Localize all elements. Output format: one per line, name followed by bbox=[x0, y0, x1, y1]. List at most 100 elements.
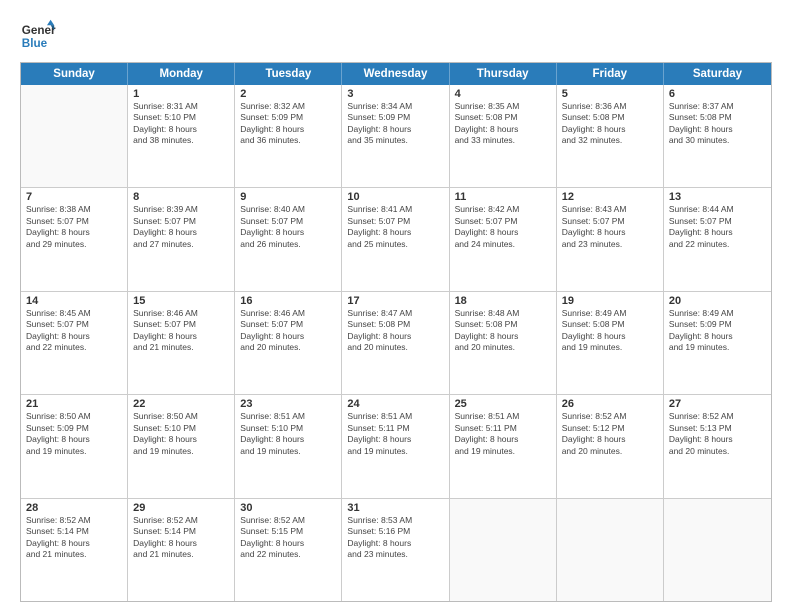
cell-info-line: Daylight: 8 hours bbox=[347, 434, 443, 445]
calendar-cell: 3Sunrise: 8:34 AMSunset: 5:09 PMDaylight… bbox=[342, 85, 449, 187]
cell-info-line: and 21 minutes. bbox=[26, 549, 122, 560]
calendar-cell: 25Sunrise: 8:51 AMSunset: 5:11 PMDayligh… bbox=[450, 395, 557, 497]
calendar-cell: 14Sunrise: 8:45 AMSunset: 5:07 PMDayligh… bbox=[21, 292, 128, 394]
cell-info-line: and 21 minutes. bbox=[133, 342, 229, 353]
logo: General Blue bbox=[20, 18, 56, 54]
cell-info-line: Sunset: 5:08 PM bbox=[562, 112, 658, 123]
cell-info-line: Sunrise: 8:52 AM bbox=[133, 515, 229, 526]
calendar-cell: 8Sunrise: 8:39 AMSunset: 5:07 PMDaylight… bbox=[128, 188, 235, 290]
cell-info-line: and 25 minutes. bbox=[347, 239, 443, 250]
calendar-cell: 2Sunrise: 8:32 AMSunset: 5:09 PMDaylight… bbox=[235, 85, 342, 187]
cell-info-line: Sunrise: 8:53 AM bbox=[347, 515, 443, 526]
calendar: SundayMondayTuesdayWednesdayThursdayFrid… bbox=[20, 62, 772, 602]
calendar-cell: 31Sunrise: 8:53 AMSunset: 5:16 PMDayligh… bbox=[342, 499, 449, 601]
cell-info-line: Sunset: 5:08 PM bbox=[669, 112, 766, 123]
cell-info-line: Sunset: 5:10 PM bbox=[240, 423, 336, 434]
cell-info-line: Daylight: 8 hours bbox=[240, 538, 336, 549]
day-number: 23 bbox=[240, 398, 336, 410]
day-number: 2 bbox=[240, 88, 336, 100]
cell-info-line: Sunset: 5:16 PM bbox=[347, 526, 443, 537]
cell-info-line: and 19 minutes. bbox=[26, 446, 122, 457]
calendar-cell: 23Sunrise: 8:51 AMSunset: 5:10 PMDayligh… bbox=[235, 395, 342, 497]
calendar-cell: 10Sunrise: 8:41 AMSunset: 5:07 PMDayligh… bbox=[342, 188, 449, 290]
cell-info-line: Sunset: 5:07 PM bbox=[240, 216, 336, 227]
cell-info-line: Sunrise: 8:35 AM bbox=[455, 101, 551, 112]
cell-info-line: Daylight: 8 hours bbox=[669, 331, 766, 342]
calendar-cell: 6Sunrise: 8:37 AMSunset: 5:08 PMDaylight… bbox=[664, 85, 771, 187]
calendar-cell: 29Sunrise: 8:52 AMSunset: 5:14 PMDayligh… bbox=[128, 499, 235, 601]
calendar-cell bbox=[450, 499, 557, 601]
cell-info-line: Sunrise: 8:51 AM bbox=[455, 411, 551, 422]
cell-info-line: Sunset: 5:09 PM bbox=[347, 112, 443, 123]
cell-info-line: Daylight: 8 hours bbox=[240, 331, 336, 342]
cell-info-line: Sunset: 5:13 PM bbox=[669, 423, 766, 434]
calendar-row: 21Sunrise: 8:50 AMSunset: 5:09 PMDayligh… bbox=[21, 395, 771, 498]
cell-info-line: Daylight: 8 hours bbox=[455, 434, 551, 445]
day-number: 5 bbox=[562, 88, 658, 100]
cell-info-line: and 29 minutes. bbox=[26, 239, 122, 250]
cell-info-line: Daylight: 8 hours bbox=[347, 331, 443, 342]
cell-info-line: Sunrise: 8:46 AM bbox=[133, 308, 229, 319]
cell-info-line: Sunset: 5:07 PM bbox=[347, 216, 443, 227]
calendar-cell: 12Sunrise: 8:43 AMSunset: 5:07 PMDayligh… bbox=[557, 188, 664, 290]
cell-info-line: Sunset: 5:07 PM bbox=[562, 216, 658, 227]
cell-info-line: Sunrise: 8:39 AM bbox=[133, 204, 229, 215]
logo-icon: General Blue bbox=[20, 18, 56, 54]
svg-text:General: General bbox=[22, 24, 56, 37]
day-number: 7 bbox=[26, 191, 122, 203]
calendar-row: 28Sunrise: 8:52 AMSunset: 5:14 PMDayligh… bbox=[21, 499, 771, 601]
day-number: 29 bbox=[133, 502, 229, 514]
cell-info-line: and 30 minutes. bbox=[669, 135, 766, 146]
day-number: 11 bbox=[455, 191, 551, 203]
cell-info-line: Sunset: 5:10 PM bbox=[133, 423, 229, 434]
day-number: 24 bbox=[347, 398, 443, 410]
calendar-header: SundayMondayTuesdayWednesdayThursdayFrid… bbox=[21, 63, 771, 85]
cell-info-line: and 20 minutes. bbox=[455, 342, 551, 353]
cell-info-line: and 19 minutes. bbox=[562, 342, 658, 353]
calendar-row: 1Sunrise: 8:31 AMSunset: 5:10 PMDaylight… bbox=[21, 85, 771, 188]
cell-info-line: Sunrise: 8:52 AM bbox=[562, 411, 658, 422]
cell-info-line: Sunset: 5:09 PM bbox=[669, 319, 766, 330]
cell-info-line: Sunset: 5:07 PM bbox=[240, 319, 336, 330]
cell-info-line: Sunrise: 8:41 AM bbox=[347, 204, 443, 215]
cell-info-line: Daylight: 8 hours bbox=[562, 227, 658, 238]
cell-info-line: and 20 minutes. bbox=[669, 446, 766, 457]
cell-info-line: Sunset: 5:14 PM bbox=[26, 526, 122, 537]
cell-info-line: Daylight: 8 hours bbox=[669, 227, 766, 238]
day-number: 18 bbox=[455, 295, 551, 307]
calendar-body: 1Sunrise: 8:31 AMSunset: 5:10 PMDaylight… bbox=[21, 85, 771, 601]
calendar-cell: 18Sunrise: 8:48 AMSunset: 5:08 PMDayligh… bbox=[450, 292, 557, 394]
cell-info-line: Daylight: 8 hours bbox=[133, 538, 229, 549]
cell-info-line: Sunset: 5:07 PM bbox=[133, 319, 229, 330]
cell-info-line: Daylight: 8 hours bbox=[455, 227, 551, 238]
header-cell-thursday: Thursday bbox=[450, 63, 557, 85]
cell-info-line: and 32 minutes. bbox=[562, 135, 658, 146]
day-number: 16 bbox=[240, 295, 336, 307]
cell-info-line: Sunrise: 8:52 AM bbox=[240, 515, 336, 526]
cell-info-line: Daylight: 8 hours bbox=[669, 124, 766, 135]
cell-info-line: Daylight: 8 hours bbox=[347, 538, 443, 549]
calendar-cell bbox=[557, 499, 664, 601]
calendar-row: 14Sunrise: 8:45 AMSunset: 5:07 PMDayligh… bbox=[21, 292, 771, 395]
day-number: 6 bbox=[669, 88, 766, 100]
cell-info-line: Daylight: 8 hours bbox=[240, 434, 336, 445]
cell-info-line: Daylight: 8 hours bbox=[562, 124, 658, 135]
cell-info-line: Sunrise: 8:44 AM bbox=[669, 204, 766, 215]
day-number: 9 bbox=[240, 191, 336, 203]
cell-info-line: Sunset: 5:07 PM bbox=[455, 216, 551, 227]
cell-info-line: Sunset: 5:15 PM bbox=[240, 526, 336, 537]
cell-info-line: Sunset: 5:10 PM bbox=[133, 112, 229, 123]
cell-info-line: Sunrise: 8:31 AM bbox=[133, 101, 229, 112]
day-number: 17 bbox=[347, 295, 443, 307]
cell-info-line: and 21 minutes. bbox=[133, 549, 229, 560]
cell-info-line: Daylight: 8 hours bbox=[133, 124, 229, 135]
cell-info-line: Daylight: 8 hours bbox=[240, 227, 336, 238]
calendar-cell: 16Sunrise: 8:46 AMSunset: 5:07 PMDayligh… bbox=[235, 292, 342, 394]
cell-info-line: and 38 minutes. bbox=[133, 135, 229, 146]
cell-info-line: Daylight: 8 hours bbox=[455, 331, 551, 342]
header-cell-tuesday: Tuesday bbox=[235, 63, 342, 85]
cell-info-line: and 20 minutes. bbox=[240, 342, 336, 353]
day-number: 12 bbox=[562, 191, 658, 203]
cell-info-line: Daylight: 8 hours bbox=[26, 538, 122, 549]
cell-info-line: Sunrise: 8:50 AM bbox=[26, 411, 122, 422]
